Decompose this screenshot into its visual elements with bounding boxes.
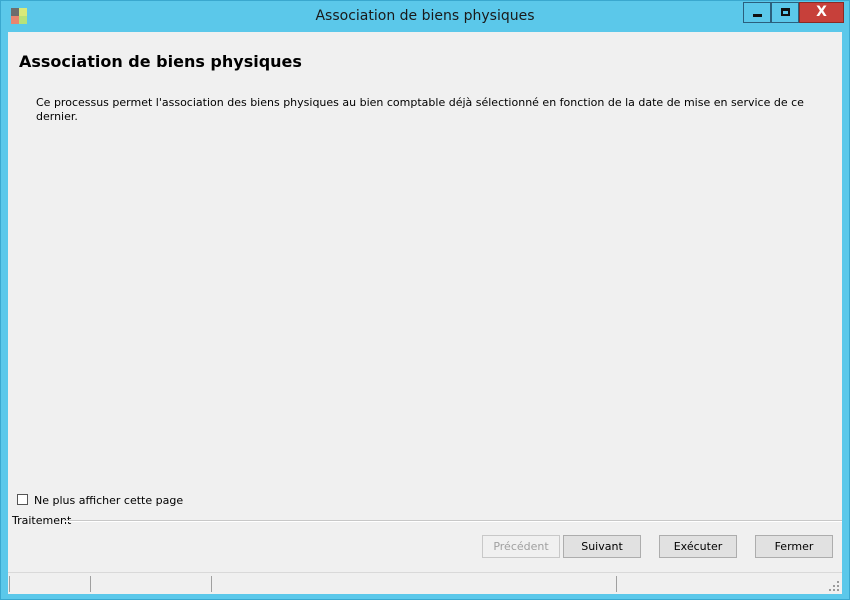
minimize-icon: [753, 14, 762, 17]
group-divider: [64, 520, 842, 522]
group-label-traitement: Traitement: [12, 514, 72, 527]
close-button[interactable]: Fermer: [755, 535, 833, 558]
previous-button[interactable]: Précédent: [482, 535, 560, 558]
wizard-content: Association de biens physiques Ce proces…: [8, 32, 842, 594]
wizard-window: Association de biens physiques X Associa…: [0, 0, 850, 600]
status-panel-3: [211, 576, 616, 592]
page-description: Ce processus permet l'association des bi…: [36, 96, 804, 123]
close-window-button[interactable]: X: [799, 2, 844, 23]
dont-show-again-checkbox[interactable]: [17, 494, 28, 505]
close-icon: X: [816, 4, 827, 20]
page-title: Association de biens physiques: [19, 52, 302, 71]
status-panel-1: [9, 576, 90, 592]
execute-button[interactable]: Exécuter: [659, 535, 737, 558]
maximize-button[interactable]: [771, 2, 799, 23]
maximize-icon: [781, 8, 790, 16]
status-bar: [8, 572, 842, 594]
title-bar[interactable]: Association de biens physiques X: [1, 1, 849, 31]
window-title: Association de biens physiques: [315, 8, 535, 24]
dont-show-again-label[interactable]: Ne plus afficher cette page: [34, 494, 183, 507]
next-button[interactable]: Suivant: [563, 535, 641, 558]
minimize-button[interactable]: [743, 2, 771, 23]
status-panel-2: [90, 576, 211, 592]
status-panel-4: [616, 576, 826, 592]
resize-grip-icon[interactable]: [828, 580, 840, 592]
